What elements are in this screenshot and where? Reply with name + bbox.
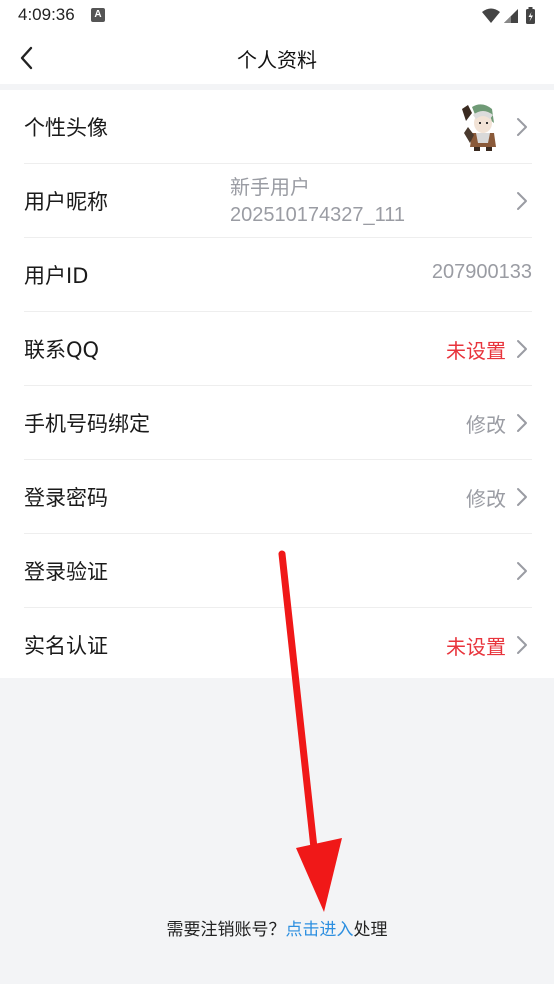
real-name-auth-status: 未设置 [446, 635, 506, 659]
chevron-right-icon [517, 636, 527, 654]
avatar-image[interactable] [458, 103, 504, 151]
row-label-nickname: 用户昵称 [24, 190, 108, 214]
row-phone-binding[interactable]: 手机号码绑定 修改 [24, 386, 532, 460]
row-label-user-id: 用户ID [24, 264, 89, 288]
row-contact-qq[interactable]: 联系QQ 未设置 [24, 312, 532, 386]
row-login-password[interactable]: 登录密码 修改 [24, 460, 532, 534]
chevron-right-icon [517, 340, 527, 358]
chevron-right-icon [517, 414, 527, 432]
nickname-value: 新手用户 202510174327_111 [230, 173, 405, 229]
row-avatar[interactable]: 个性头像 [24, 90, 532, 164]
footer-prefix: 需要注销账号？ [166, 920, 286, 940]
row-nickname[interactable]: 用户昵称 新手用户 202510174327_111 [24, 164, 532, 238]
chevron-right-icon [517, 192, 527, 210]
row-user-id: 用户ID 207900133 [24, 238, 532, 312]
row-label-login-password: 登录密码 [24, 486, 108, 510]
row-label-login-verification: 登录验证 [24, 560, 108, 584]
chevron-right-icon [517, 118, 527, 136]
notification-a-icon: A [91, 8, 105, 22]
page-title: 个人资料 [237, 48, 317, 72]
row-label-real-name-auth: 实名认证 [24, 634, 108, 658]
annotation-arrow-icon [278, 550, 342, 912]
status-bar: 4:09:36 A [0, 0, 554, 32]
battery-icon [526, 7, 535, 24]
header-bar: 个人资料 [0, 32, 554, 84]
contact-qq-status: 未设置 [446, 339, 506, 363]
chevron-right-icon [517, 488, 527, 506]
account-deletion-footer: 需要注销账号？点击进入处理 [0, 915, 554, 940]
row-label-avatar: 个性头像 [24, 116, 108, 140]
nickname-value-line2: 202510174327_111 [230, 204, 405, 226]
account-deletion-link[interactable]: 点击进入 [286, 920, 354, 940]
user-id-value: 207900133 [431, 261, 532, 283]
nickname-value-line1: 新手用户 [230, 175, 310, 199]
status-icons [482, 7, 535, 24]
row-label-phone-binding: 手机号码绑定 [24, 412, 150, 436]
footer-suffix: 处理 [353, 920, 388, 940]
wifi-icon [482, 8, 500, 23]
row-label-contact-qq: 联系QQ [24, 338, 100, 362]
login-password-action: 修改 [466, 487, 506, 511]
chevron-right-icon [517, 562, 527, 580]
phone-binding-action: 修改 [466, 413, 506, 437]
status-time: 4:09:36 [18, 5, 75, 24]
